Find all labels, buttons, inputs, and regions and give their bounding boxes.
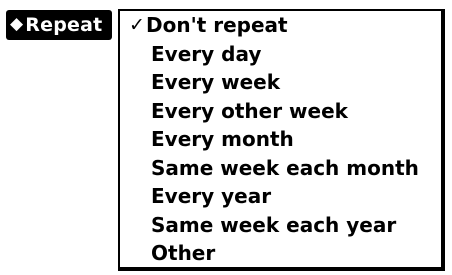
menu-item-label: Don't repeat <box>146 13 288 37</box>
checkmark-icon: ✓ <box>129 14 145 36</box>
menu-item-label: Every day <box>151 41 262 66</box>
menu-item-label: Every month <box>151 127 294 151</box>
menu-item-every-month[interactable]: Every month <box>120 125 441 154</box>
repeat-label-text: Repeat <box>25 14 103 36</box>
menu-item-every-year[interactable]: Every year <box>120 182 441 211</box>
menu-item-every-week[interactable]: Every week <box>120 68 441 97</box>
menu-item-same-week-each-month[interactable]: Same week each month <box>120 154 441 183</box>
menu-item-label: Every year <box>151 184 272 208</box>
diamond-icon: ◆ <box>10 14 24 34</box>
repeat-popup-trigger[interactable]: ◆ Repeat <box>6 10 112 40</box>
menu-item-label: Every week <box>151 70 281 94</box>
menu-item-same-week-each-year[interactable]: Same week each year <box>120 211 441 240</box>
menu-item-every-day[interactable]: Every day <box>120 40 441 69</box>
menu-item-label: Same week each year <box>151 212 397 237</box>
menu-item-every-other-week[interactable]: Every other week <box>120 97 441 126</box>
menu-item-label: Other <box>151 241 216 265</box>
repeat-options-menu: ✓ Don't repeat Every day Every week Ever… <box>118 9 445 271</box>
menu-item-dont-repeat[interactable]: ✓ Don't repeat <box>120 11 441 40</box>
menu-item-label: Every other week <box>151 98 348 123</box>
menu-item-label: Same week each month <box>151 155 419 180</box>
menu-item-other[interactable]: Other <box>120 239 441 268</box>
